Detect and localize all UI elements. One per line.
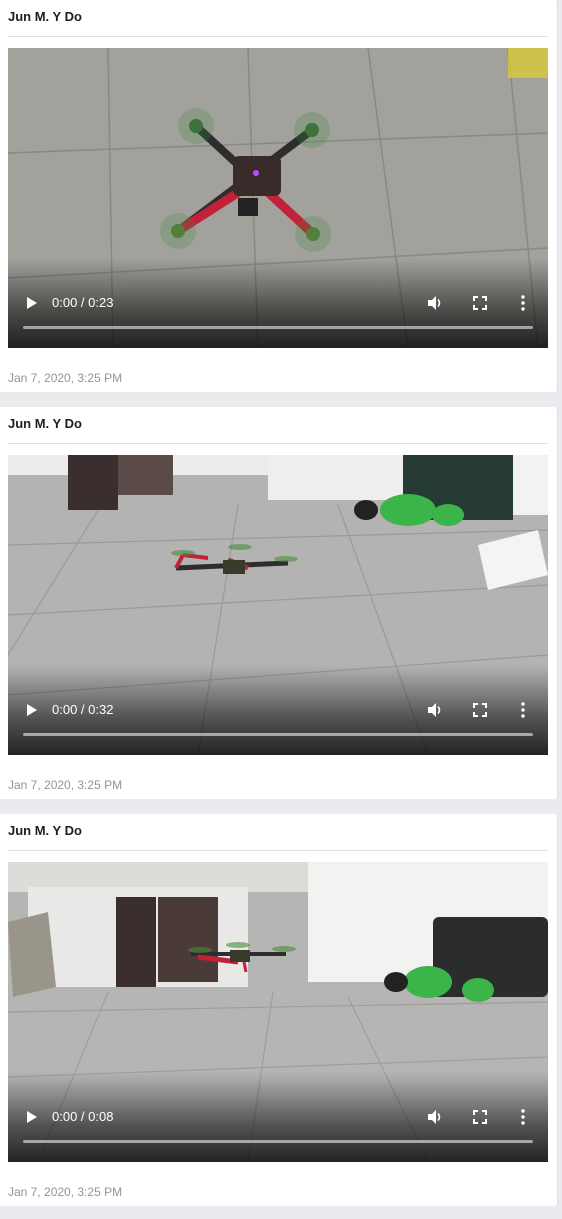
volume-icon[interactable] <box>427 1109 443 1125</box>
post-author[interactable]: Jun M. Y Do <box>8 416 82 431</box>
more-options-icon[interactable] <box>520 702 526 718</box>
post-divider <box>8 850 548 851</box>
post-author[interactable]: Jun M. Y Do <box>8 823 82 838</box>
fullscreen-icon[interactable] <box>473 703 487 717</box>
video-time: 0:00 / 0:23 <box>52 295 114 310</box>
volume-icon[interactable] <box>427 702 443 718</box>
post-divider <box>8 36 548 37</box>
play-icon[interactable] <box>26 1111 38 1123</box>
video-progress-bar[interactable] <box>23 733 533 736</box>
post-timestamp[interactable]: Jan 7, 2020, 3:25 PM <box>8 778 122 792</box>
video-post: Jun M. Y Do <box>0 814 558 1206</box>
fullscreen-icon[interactable] <box>473 296 487 310</box>
play-icon[interactable] <box>26 297 38 309</box>
video-progress-bar[interactable] <box>23 1140 533 1143</box>
video-time: 0:00 / 0:32 <box>52 702 114 717</box>
video-player[interactable]: 0:00 / 0:23 <box>8 48 548 348</box>
post-timestamp[interactable]: Jan 7, 2020, 3:25 PM <box>8 1185 122 1199</box>
video-player[interactable]: 0:00 / 0:32 <box>8 455 548 755</box>
video-post: Jun M. Y Do <box>0 407 558 799</box>
fullscreen-icon[interactable] <box>473 1110 487 1124</box>
video-progress-bar[interactable] <box>23 326 533 329</box>
more-options-icon[interactable] <box>520 295 526 311</box>
video-post: Jun M. Y Do <box>0 0 558 392</box>
video-player[interactable]: 0:00 / 0:08 <box>8 862 548 1162</box>
post-author[interactable]: Jun M. Y Do <box>8 9 82 24</box>
video-time: 0:00 / 0:08 <box>52 1109 114 1124</box>
volume-icon[interactable] <box>427 295 443 311</box>
post-timestamp[interactable]: Jan 7, 2020, 3:25 PM <box>8 371 122 385</box>
post-divider <box>8 443 548 444</box>
more-options-icon[interactable] <box>520 1109 526 1125</box>
play-icon[interactable] <box>26 704 38 716</box>
